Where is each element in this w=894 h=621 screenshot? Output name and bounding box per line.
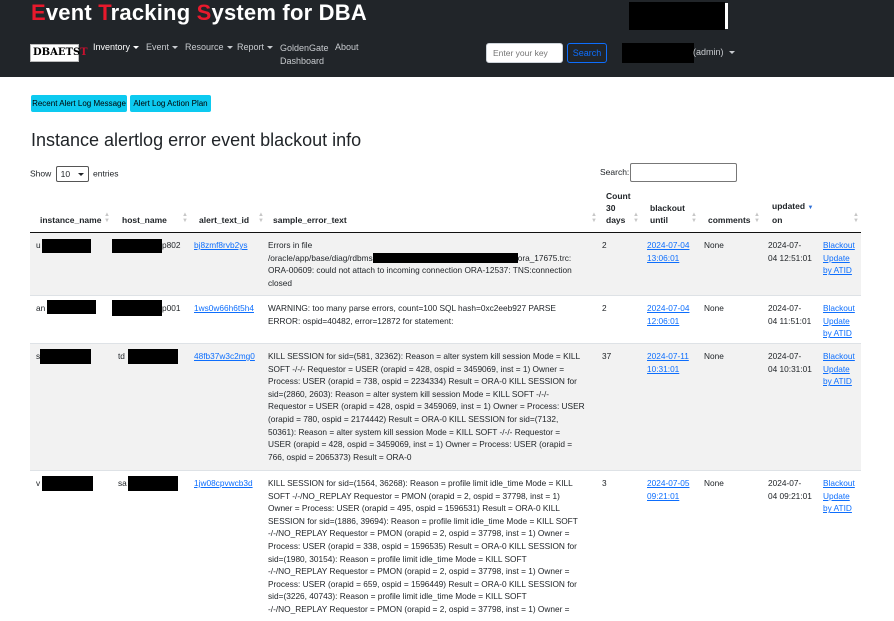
- alert-text-id-link[interactable]: 1ws0w66h6t5h4: [194, 303, 254, 313]
- chevron-down-icon: [172, 46, 179, 50]
- sort-icon: ▲ ▼: [182, 212, 188, 224]
- search-input[interactable]: [486, 43, 563, 63]
- blackout-update-link[interactable]: Blackout Update by ATID: [823, 478, 855, 513]
- redacted-instance: [47, 300, 96, 314]
- user-menu[interactable]: (admin): [693, 47, 735, 57]
- col-updated-on[interactable]: updated ▼ on: [762, 188, 819, 232]
- nav-report[interactable]: Report: [237, 42, 274, 52]
- nav-about[interactable]: About: [335, 42, 359, 52]
- redacted-instance: [42, 239, 91, 253]
- blackout-until-link[interactable]: 2024-07-04 13:06:01: [647, 240, 689, 263]
- alert-log-action-plan-button[interactable]: Alert Log Action Plan: [130, 95, 211, 112]
- redacted-host: [112, 239, 162, 253]
- col-count-30-days[interactable]: Count 30 days ▲ ▼: [599, 188, 641, 232]
- blackout-update-link[interactable]: Blackout Update by ATID: [823, 351, 855, 386]
- chevron-down-icon: [133, 46, 140, 50]
- chevron-down-icon: [267, 46, 274, 50]
- blackout-until-link[interactable]: 2024-07-04 12:06:01: [647, 303, 689, 326]
- top-navbar: Event Tracking System for DBA DBAETST In…: [0, 0, 894, 77]
- col-alert-text-id[interactable]: alert_text_id ▲ ▼: [190, 188, 266, 232]
- entries-length-control: Show 10 entries: [30, 166, 119, 182]
- redacted-instance: [40, 349, 91, 364]
- redacted-host: [128, 476, 178, 491]
- sample-error-text: KILL SESSION for sid=(1564, 36268): Reas…: [268, 478, 578, 614]
- redacted-host: [128, 349, 178, 364]
- alert-text-id-link[interactable]: 48fb37w3c2mg0: [194, 351, 255, 361]
- nav-resource[interactable]: Resource: [185, 42, 233, 52]
- app-title: Event Tracking System for DBA: [31, 0, 367, 25]
- recent-alert-log-button[interactable]: Recent Alert Log Message: [31, 95, 127, 112]
- blackout-update-link[interactable]: Blackout Update by ATID: [823, 303, 855, 338]
- sort-desc-icon: ▼: [807, 205, 814, 211]
- alert-text-id-link[interactable]: bj8zmf8rvb2ys: [194, 240, 248, 250]
- blackout-update-link[interactable]: Blackout Update by ATID: [823, 240, 855, 275]
- table-search-input[interactable]: [630, 163, 737, 182]
- redacted-instance: [42, 476, 93, 491]
- alert-text-id-link[interactable]: 1jw08cpvwcb3d: [194, 478, 253, 488]
- brand-logo[interactable]: DBAETST: [30, 44, 88, 62]
- redacted-username: [622, 43, 694, 63]
- redacted-path: [372, 253, 518, 264]
- table-row: v sa 1jw08cpvwcb3d KILL SESSION for sid=…: [36, 476, 855, 614]
- sort-icon: ▲ ▼: [754, 212, 760, 224]
- sample-error-text: KILL SESSION for sid=(581, 32362): Reaso…: [268, 351, 585, 462]
- sort-icon: ▲ ▼: [853, 212, 859, 224]
- sample-error-text: Errors in file /oracle/app/base/diag/rdb…: [268, 240, 572, 288]
- entries-select[interactable]: 10: [55, 166, 89, 182]
- table-row: s td 48fb37w3c2mg0 KILL SESSION for sid=…: [30, 344, 861, 471]
- page-title: Instance alertlog error event blackout i…: [31, 130, 362, 150]
- col-host-name[interactable]: host_name ▲ ▼: [113, 188, 190, 232]
- chevron-down-icon: [728, 51, 735, 55]
- blackout-until-link[interactable]: 2024-07-11 10:31:01: [647, 351, 689, 374]
- chevron-down-icon: [77, 173, 84, 176]
- sort-icon: ▲ ▼: [258, 212, 264, 224]
- text-cursor: [725, 3, 728, 29]
- blackout-until-link[interactable]: 2024-07-05 09:21:01: [647, 478, 689, 501]
- nav-goldengate-dashboard[interactable]: GoldenGate Dashboard: [280, 42, 329, 68]
- col-actions[interactable]: ▲ ▼: [819, 188, 861, 232]
- nav-inventory[interactable]: Inventory: [93, 42, 140, 52]
- sort-icon: ▲ ▼: [591, 212, 597, 224]
- table-search-label: Search:: [600, 167, 630, 177]
- col-blackout-until[interactable]: blackout until ▲ ▼: [641, 188, 699, 232]
- nav-event[interactable]: Event: [146, 42, 179, 52]
- search-button[interactable]: Search: [567, 43, 607, 63]
- col-instance-name[interactable]: instance_name ▲ ▼: [30, 188, 112, 232]
- sort-icon: ▲ ▼: [691, 212, 697, 224]
- table-row: an p001 1ws0w66h6t5h4 WARNING: too many …: [30, 296, 861, 344]
- redacted-host: [112, 300, 162, 316]
- chevron-down-icon: [226, 46, 233, 50]
- sort-icon: ▲ ▼: [104, 212, 110, 224]
- table-row: u p802 bj8zmf8rvb2ys Errors in file /ora…: [30, 233, 861, 296]
- col-sample-error-text[interactable]: sample_error_text ▲ ▼: [266, 188, 599, 232]
- sort-icon: ▲ ▼: [633, 212, 639, 224]
- redacted-block: [629, 2, 725, 30]
- sample-error-text: WARNING: too many parse errors, count=10…: [268, 303, 556, 326]
- col-comments[interactable]: comments ▲ ▼: [699, 188, 762, 232]
